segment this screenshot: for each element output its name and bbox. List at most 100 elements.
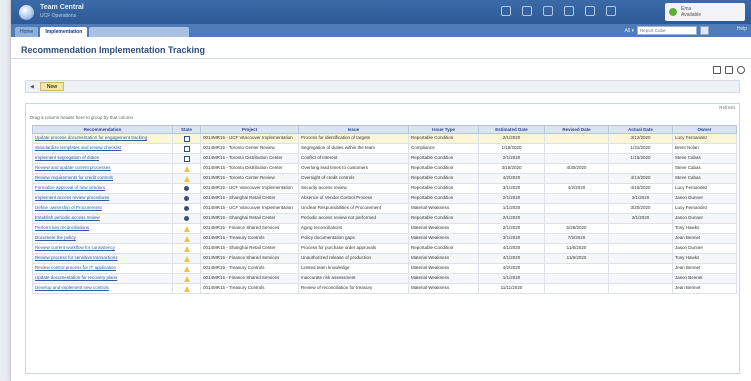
- column-header[interactable]: Issue Type: [408, 125, 479, 134]
- recommendation-link[interactable]: Update process documentation for engagem…: [32, 133, 173, 144]
- est-cell: 3/1/2020: [478, 183, 545, 194]
- column-header[interactable]: Project: [200, 125, 299, 134]
- rev-cell: 4/30/2020: [544, 163, 609, 174]
- project-cell: 0014MR15 - Finance Shared Services: [200, 223, 299, 234]
- rev-cell: [544, 213, 609, 224]
- est-cell: 2/1/2020: [478, 133, 545, 144]
- act-cell: [608, 243, 673, 254]
- issue-cell: Unauthorized release of production: [298, 253, 409, 264]
- table-row[interactable]: Review current workflow for consistency 0…: [32, 243, 737, 254]
- project-cell: 0014MR15 - UCF Vancouver Implementation: [200, 203, 299, 214]
- flag-icon[interactable]: [543, 6, 553, 16]
- est-cell: 4/2/2020: [478, 173, 545, 184]
- est-cell: 2/1/2020: [478, 193, 545, 204]
- recommendation-link[interactable]: Standardize templates and review checkli…: [32, 143, 173, 154]
- grid-top: Refresh: [26, 104, 739, 113]
- new-button[interactable]: New: [39, 82, 65, 91]
- est-cell: 4/2/2020: [478, 263, 545, 274]
- recommendation-link[interactable]: Review control process for IT applicatio…: [32, 263, 173, 274]
- app-name: Team Central: [40, 4, 84, 11]
- app-logo-icon[interactable]: [19, 4, 34, 20]
- table-row[interactable]: Review requirements for credit controls 0…: [32, 173, 737, 184]
- column-header[interactable]: Issue: [298, 125, 409, 134]
- recommendation-link[interactable]: Review current workflow for consistency: [32, 243, 173, 254]
- project-cell: 0014MR15 - Finance Shared Services: [200, 253, 299, 264]
- column-header[interactable]: Owner: [672, 125, 737, 134]
- owner-cell: Tony Hawks: [672, 223, 737, 234]
- recommendation-link[interactable]: Implement access review procedures: [32, 193, 173, 204]
- in-progress-icon: [183, 265, 190, 272]
- table-row[interactable]: Update documentation for recovery plans 0…: [32, 273, 737, 284]
- print-icon[interactable]: [725, 66, 733, 74]
- state-cell: [172, 233, 201, 244]
- owner-cell: Lucy Fernandez: [672, 183, 737, 194]
- owner-cell: Tony Hawks: [672, 253, 737, 264]
- table-row[interactable]: Review process for sensitive transaction…: [32, 253, 737, 264]
- recommendation-link[interactable]: Implement segregation of duties: [32, 153, 173, 164]
- tab-home[interactable]: Home: [15, 27, 39, 37]
- column-header[interactable]: Recommendation: [32, 125, 173, 134]
- table-row[interactable]: Review and update current processes 0014M…: [32, 163, 737, 174]
- tab-implementation[interactable]: Implementation: [40, 27, 88, 37]
- type-cell: Reportable Condition: [408, 153, 479, 164]
- recommendation-link[interactable]: Establish periodic access review: [32, 213, 173, 224]
- help-icon[interactable]: [606, 6, 616, 16]
- top-icon-group: [501, 6, 616, 16]
- owner-cell: Lucy Fernandez: [672, 133, 737, 144]
- recommendation-link[interactable]: Update documentation for recovery plans: [32, 273, 173, 284]
- grid-icon[interactable]: [585, 6, 595, 16]
- collapse-icon[interactable]: ◀: [30, 84, 34, 90]
- recommendation-link[interactable]: Review process for sensitive transaction…: [32, 253, 173, 264]
- type-cell: Material Weakness: [408, 253, 479, 264]
- table-row[interactable]: Document the policy 0014MR15 - Treasury C…: [32, 233, 737, 244]
- search-scope[interactable]: All ▾: [625, 28, 634, 34]
- recommendation-link[interactable]: Develop and implement new controls: [32, 283, 173, 294]
- column-header[interactable]: Estimated Date: [478, 125, 545, 134]
- app-subtitle: UCF Operations: [40, 13, 77, 19]
- column-header[interactable]: Revised Date: [544, 125, 609, 134]
- column-header[interactable]: Actual Date: [608, 125, 673, 134]
- recommendation-link[interactable]: Formalize approval of new vendors: [32, 183, 173, 194]
- help-link[interactable]: Help: [737, 26, 747, 32]
- refresh-icon[interactable]: [737, 66, 745, 74]
- table-row[interactable]: Establish periodic access review 0014MR15…: [32, 213, 737, 224]
- table-row[interactable]: Standardize templates and review checkli…: [32, 143, 737, 154]
- search-button[interactable]: [700, 26, 709, 35]
- column-header[interactable]: State: [172, 125, 201, 134]
- recommendation-link[interactable]: Review requirements for credit controls: [32, 173, 173, 184]
- tasks-icon[interactable]: [501, 6, 511, 16]
- mail-icon[interactable]: [564, 6, 574, 16]
- table-header-row: Recommendation State Project Issue Issue Typ…: [32, 125, 737, 134]
- type-cell: Reportable Condition: [408, 173, 479, 184]
- project-cell: 0014MR15 - Treasury Controls: [200, 233, 299, 244]
- type-cell: Material Weakness: [408, 283, 479, 294]
- table-row[interactable]: Develop and implement new controls 0014MR…: [32, 283, 737, 294]
- owner-cell: Steve Cabas: [672, 153, 737, 164]
- issue-cell: Process for identification of targets: [298, 133, 409, 144]
- presence-icon: [669, 8, 677, 16]
- user-menu[interactable]: Ema Available: [665, 3, 745, 21]
- owner-cell: Jason Dunner: [672, 243, 737, 254]
- bell-icon[interactable]: [522, 6, 532, 16]
- table-row[interactable]: Review control process for IT applicatio…: [32, 263, 737, 274]
- project-cell: 0014MR15 - Shanghai Retail Center: [200, 243, 299, 254]
- recommendation-link[interactable]: Review and update current processes: [32, 163, 173, 174]
- table-row[interactable]: Define ownership of Procurement 0014MR15 …: [32, 203, 737, 214]
- export-icon[interactable]: [713, 66, 721, 74]
- rev-cell: [544, 193, 609, 204]
- issue-cell: Conflict of Interest: [298, 153, 409, 164]
- table-row[interactable]: Update process documentation for engagem…: [32, 133, 737, 144]
- table-row[interactable]: Implement access review procedures 0014MR…: [32, 193, 737, 204]
- recommendation-link[interactable]: Perform key reconciliations: [32, 223, 173, 234]
- table-row[interactable]: Perform key reconciliations 0014MR15 - Fi…: [32, 223, 737, 234]
- recommendation-link[interactable]: Define ownership of Procurement: [32, 203, 173, 214]
- table-row[interactable]: Implement segregation of duties 0014MR15 …: [32, 153, 737, 164]
- search-input[interactable]: [637, 26, 697, 35]
- in-progress-icon: [183, 225, 190, 232]
- project-cell: 0014MR15 - Toronto Center Review: [200, 173, 299, 184]
- tab-other[interactable]: [89, 27, 190, 37]
- recommendation-link[interactable]: Document the policy: [32, 233, 173, 244]
- table-row[interactable]: Formalize approval of new vendors 0014MR1…: [32, 183, 737, 194]
- grid-refresh-link[interactable]: Refresh: [719, 105, 735, 110]
- act-cell: 4/14/2020: [608, 173, 673, 184]
